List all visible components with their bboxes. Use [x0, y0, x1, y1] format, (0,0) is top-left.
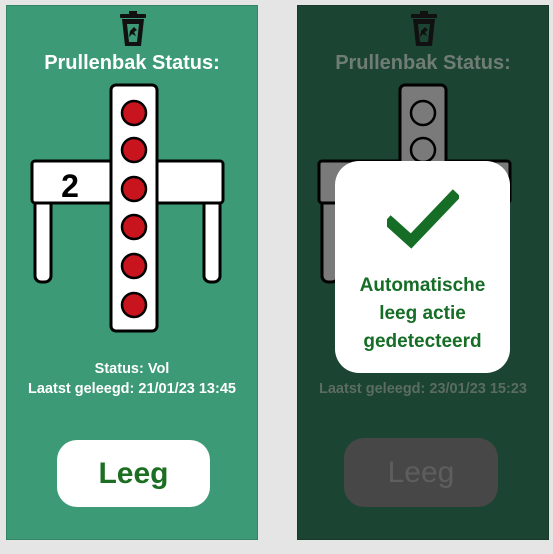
popup-line: leeg actie [379, 303, 466, 324]
auto-empty-popup: Automatische leeg actie gedetecteerd [335, 161, 510, 373]
page-title: Prullenbak Status: [335, 52, 511, 74]
bin-status-panel-right: Prullenbak Status: Laatst geleegd: 23/01… [297, 5, 549, 540]
fill-indicator [120, 175, 148, 203]
status-label: Status: Vol [94, 361, 170, 377]
trash-bin-icon [411, 11, 437, 46]
popup-message: Automatische leeg actie gedetecteerd [335, 272, 510, 356]
page-title: Prullenbak Status: [44, 52, 220, 74]
fill-indicator [120, 213, 148, 241]
fill-indicator [120, 252, 148, 280]
bin-illustration: 2 [30, 83, 225, 333]
last-emptied-label: Laatst geleegd: 21/01/23 13:45 [28, 381, 236, 397]
fill-indicator [120, 291, 148, 319]
fill-indicator [409, 99, 437, 127]
empty-button[interactable]: Leeg [57, 440, 210, 507]
fill-indicator [120, 99, 148, 127]
empty-button[interactable]: Leeg [344, 438, 498, 507]
popup-line: gedetecteerd [363, 331, 482, 352]
bin-counter: 2 [61, 168, 79, 204]
fill-indicator [120, 136, 148, 164]
bin-status-panel-left: Prullenbak Status: 2 Status: Vol Laatst … [6, 5, 258, 540]
last-emptied-label: Laatst geleegd: 23/01/23 15:23 [319, 381, 527, 397]
checkmark-icon [387, 189, 459, 249]
trash-bin-icon [120, 11, 146, 46]
fill-indicator [409, 136, 437, 164]
popup-line: Automatische [359, 275, 486, 296]
